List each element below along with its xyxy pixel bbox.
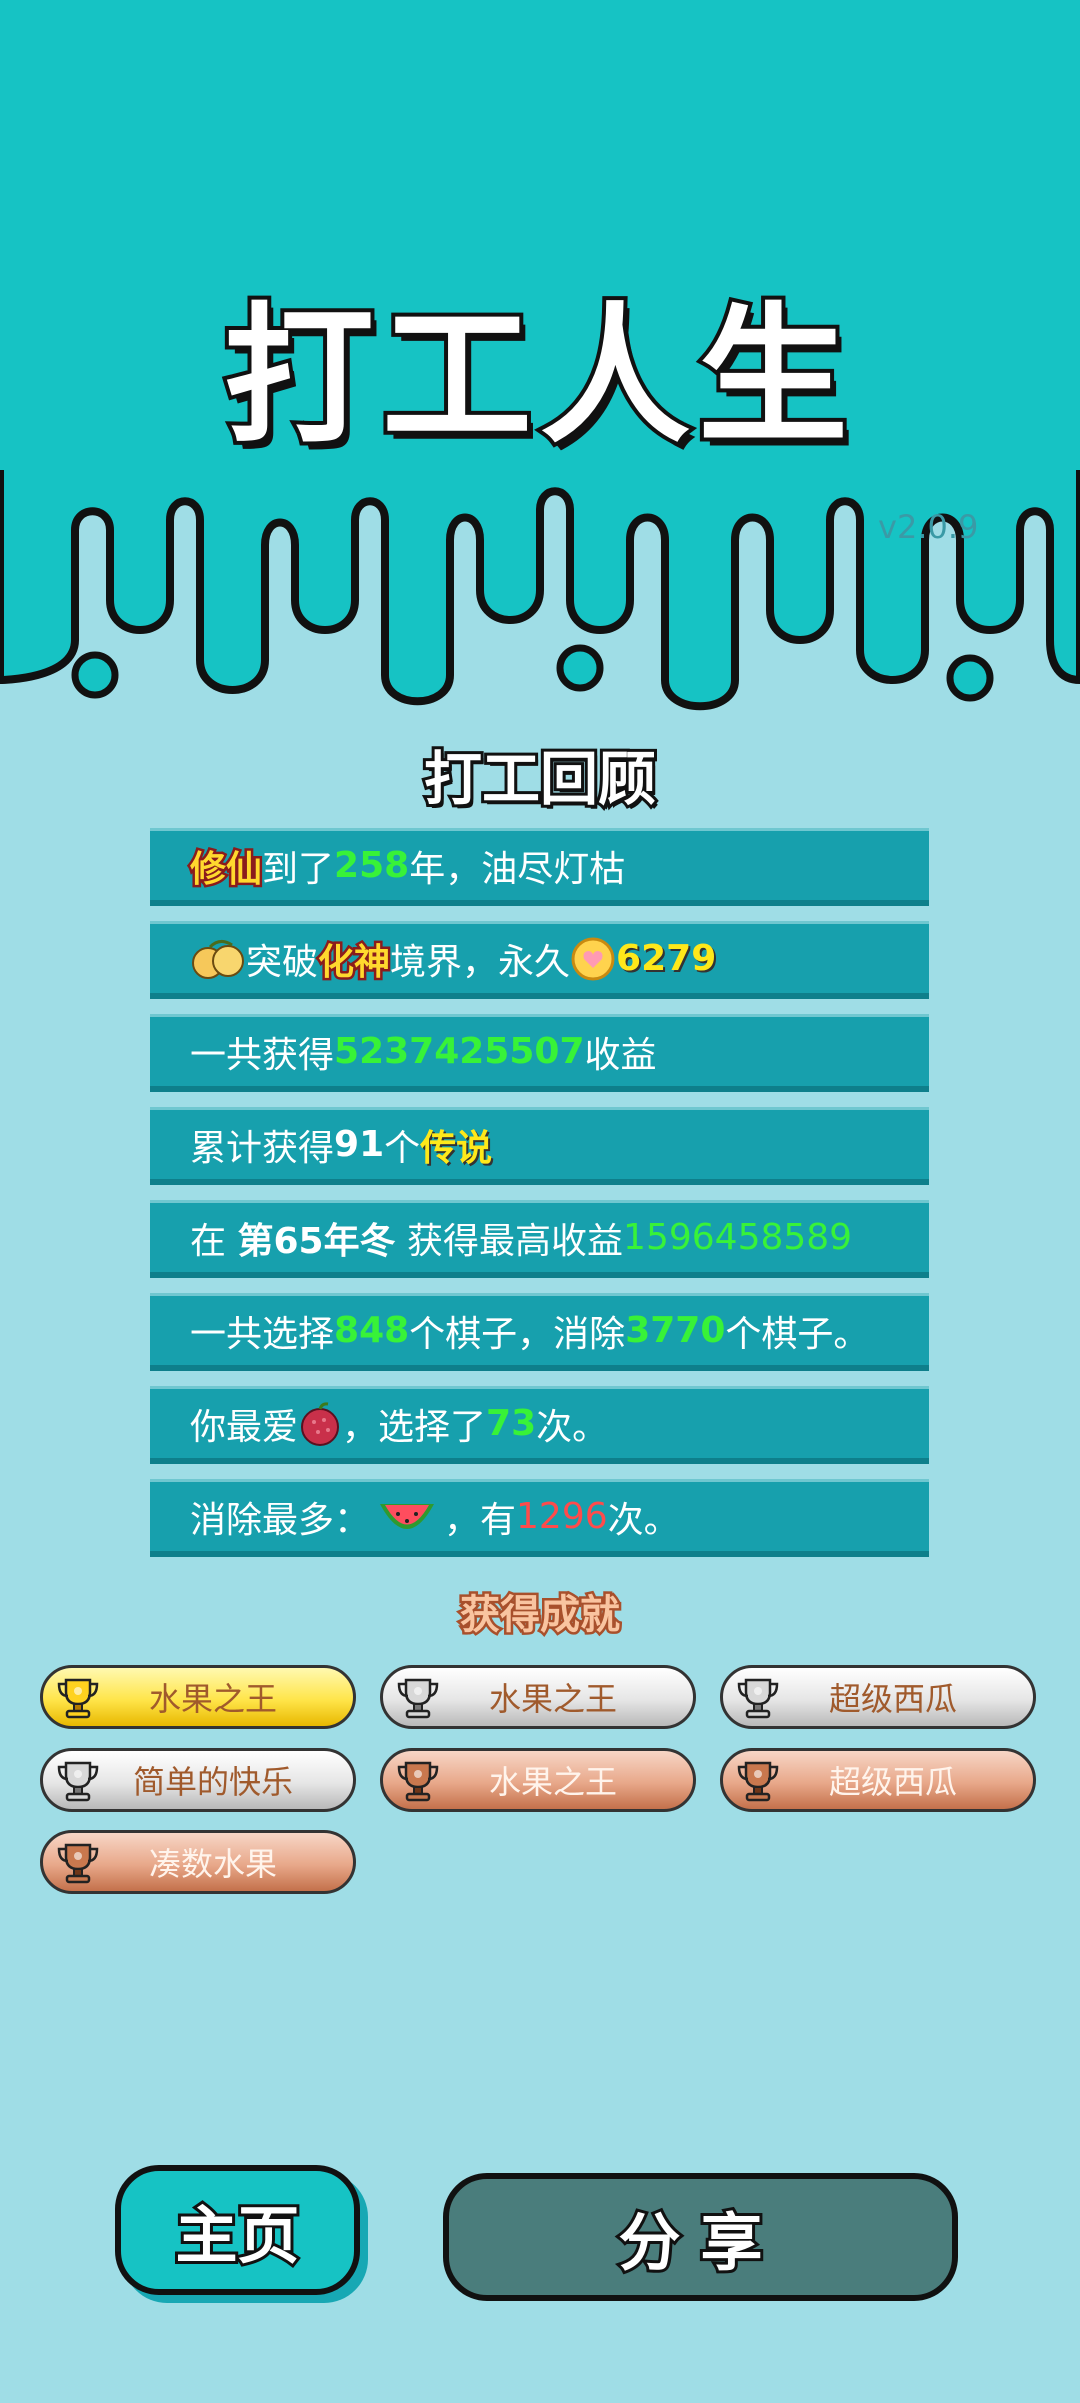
achievement-badge-silver: 水果之王	[380, 1665, 696, 1729]
selected-count: 848	[334, 1310, 410, 1351]
trophy-icon	[57, 1761, 99, 1802]
row-text: 年，油尽灯枯	[409, 848, 626, 890]
review-row-pieces: 一共选择 848 个棋子，消除 3770 个棋子。	[150, 1293, 929, 1371]
achievement-badge-silver: 简单的快乐	[40, 1748, 356, 1812]
achievement-label: 超级西瓜	[828, 1763, 957, 1801]
favorite-count: 73	[486, 1403, 537, 1444]
trophy-icon	[57, 1843, 99, 1884]
review-row-income: 一共获得 5237425507 收益	[150, 1014, 929, 1092]
row-text: 突破	[246, 941, 319, 983]
row-text: 次。	[607, 1499, 680, 1541]
version-label: v2.0.9	[878, 508, 979, 546]
achievement-badge-gold: 水果之王	[40, 1665, 356, 1729]
header-area: 打工人生 v2.0.9	[0, 0, 1080, 720]
review-row-legendary: 累计获得 91 个 传说	[150, 1107, 929, 1185]
row-text: 个	[384, 1127, 421, 1169]
row-text: 个棋子。	[725, 1313, 870, 1355]
coin-icon	[571, 937, 615, 980]
years-value: 258	[334, 845, 410, 886]
achievements-title: 获得成就	[458, 1590, 623, 1641]
achievement-label: 水果之王	[488, 1763, 617, 1801]
review-row-lifespan: 修仙 到了 258 年，油尽灯枯	[150, 828, 929, 906]
trophy-icon	[737, 1678, 779, 1719]
trophy-icon	[397, 1678, 439, 1719]
review-title: 打工回顾	[421, 742, 659, 816]
row-text: 次。	[536, 1406, 609, 1448]
review-row-best-income: 在 第65年冬 获得最高收益 1596458589	[150, 1200, 929, 1278]
best-income-value: 1596458589	[623, 1217, 853, 1258]
row-text: 消除最多：	[190, 1499, 371, 1541]
drip-drop	[71, 651, 119, 699]
cultivation-tag: 修仙	[187, 846, 264, 892]
coin-value: 6279	[616, 938, 717, 979]
achievement-label: 超级西瓜	[828, 1680, 957, 1718]
home-button[interactable]: 主页	[115, 2165, 360, 2295]
drip-drop	[946, 654, 994, 702]
achievement-label: 水果之王	[148, 1680, 277, 1718]
row-text: 收益	[584, 1034, 657, 1076]
most-removed-count: 1296	[516, 1496, 608, 1537]
review-row-realm: 突破 化神 境界，永久 6279	[150, 921, 929, 999]
achievement-badge-bronze: 凑数水果	[40, 1830, 356, 1894]
achievement-label: 凑数水果	[148, 1845, 277, 1883]
row-text: 境界，永久	[390, 941, 571, 983]
trophy-icon	[57, 1678, 99, 1719]
watermelon-icon	[380, 1503, 435, 1529]
legendary-count: 91	[334, 1124, 385, 1165]
row-text: 个棋子，消除	[409, 1313, 626, 1355]
rarity-label: 传说	[420, 1127, 493, 1169]
row-text: 获得最高收益	[407, 1220, 624, 1262]
lychee-icon	[301, 1401, 340, 1446]
review-row-favorite: 你最爱 ，选择了 73 次。	[150, 1386, 929, 1464]
trophy-icon	[397, 1761, 439, 1802]
achievement-label: 简单的快乐	[132, 1763, 293, 1801]
row-text: 你最爱	[190, 1406, 299, 1448]
row-text: 在	[190, 1220, 227, 1262]
review-row-most-removed: 消除最多： ，有 1296 次。	[150, 1479, 929, 1557]
achievement-badge-bronze: 超级西瓜	[720, 1748, 1036, 1812]
row-text: ，选择了	[342, 1406, 487, 1448]
realm-value: 化神	[316, 939, 393, 985]
trophy-icon	[737, 1761, 779, 1802]
game-title: 打工人生	[220, 286, 856, 468]
period-value: 第65年冬	[237, 1220, 396, 1262]
row-text: 累计获得	[190, 1127, 335, 1169]
removed-count: 3770	[625, 1310, 726, 1351]
row-text: 一共选择	[190, 1313, 335, 1355]
row-text: ，有	[444, 1499, 517, 1541]
row-text: 一共获得	[190, 1034, 335, 1076]
share-button[interactable]: 分享	[443, 2173, 958, 2301]
income-value: 5237425507	[334, 1031, 585, 1072]
achievement-label: 水果之王	[488, 1680, 617, 1718]
achievement-badge-silver: 超级西瓜	[720, 1665, 1036, 1729]
peach-icon	[192, 939, 244, 979]
drip-drop	[556, 644, 604, 692]
achievement-badge-bronze: 水果之王	[380, 1748, 696, 1812]
row-text: 到了	[262, 848, 335, 890]
